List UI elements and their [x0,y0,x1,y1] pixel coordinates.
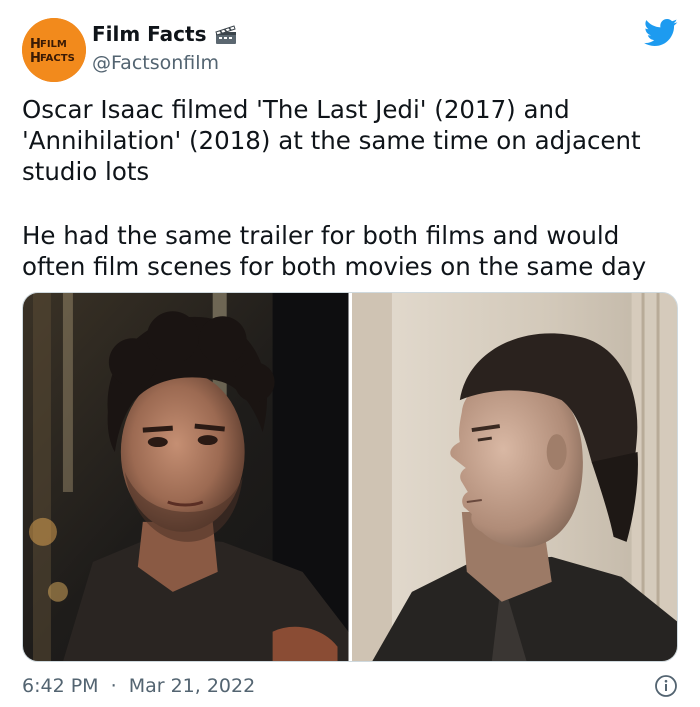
tweet-paragraph-1: Oscar Isaac filmed 'The Last Jedi' (2017… [22,95,641,187]
clapperboard-icon [215,25,237,44]
tweet-time: 6:42 PM [22,675,99,697]
svg-text:FACTS: FACTS [40,53,75,64]
timestamp-separator: · [110,675,117,697]
svg-text:FILM: FILM [40,39,67,50]
author-name-text: Film Facts [92,22,207,46]
timestamp[interactable]: 6:42 PM · Mar 21, 2022 [22,675,255,697]
photo-left[interactable] [23,293,349,661]
tweet-card: H FILM H FACTS Film Facts @Factsonfilm O… [0,0,700,707]
tweet-date: Mar 21, 2022 [128,675,256,697]
tweet-text: Oscar Isaac filmed 'The Last Jedi' (2017… [22,94,682,283]
photo-right-image [351,293,677,661]
film-facts-logo: H FILM H FACTS [22,18,86,82]
twitter-bird-icon[interactable] [644,18,678,48]
photo-left-image [23,293,349,661]
photo-right[interactable] [351,293,677,661]
media-grid[interactable] [22,292,678,662]
avatar[interactable]: H FILM H FACTS [22,18,86,82]
tweet-paragraph-2: He had the same trailer for both films a… [22,221,647,282]
author-handle[interactable]: @Factsonfilm [92,52,219,74]
author-name[interactable]: Film Facts [92,22,238,46]
info-icon[interactable] [654,674,678,698]
